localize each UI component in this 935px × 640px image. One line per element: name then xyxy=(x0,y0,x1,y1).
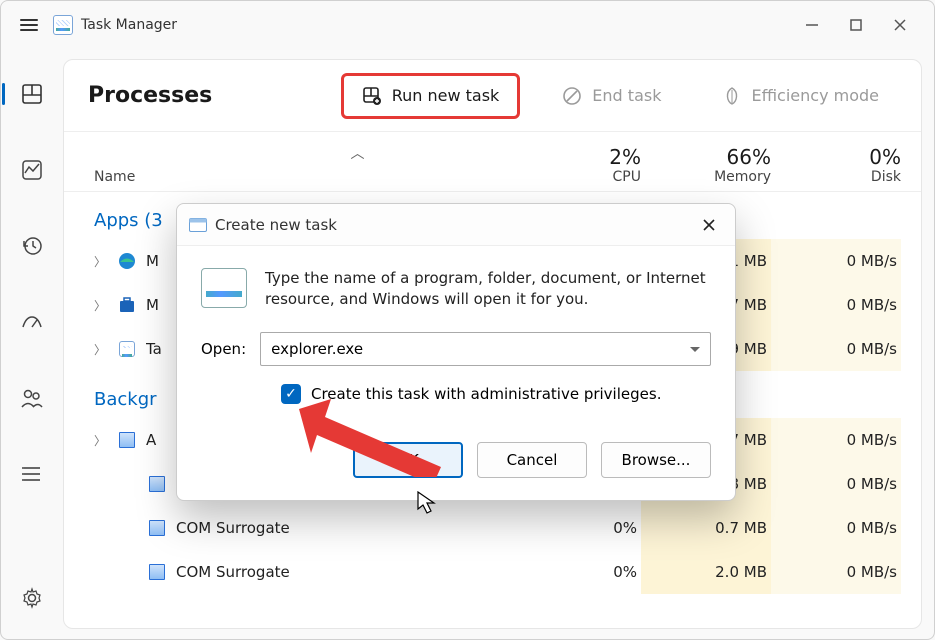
startup-icon xyxy=(20,311,44,333)
performance-icon xyxy=(21,159,43,181)
end-task-icon xyxy=(562,86,582,106)
dialog-description: Type the name of a program, folder, docu… xyxy=(265,268,711,310)
end-task-label: End task xyxy=(592,86,661,105)
sidebar-item-processes[interactable] xyxy=(11,73,53,115)
sidebar-item-performance[interactable] xyxy=(11,149,53,191)
run-new-task-button[interactable]: Run new task xyxy=(341,73,521,119)
open-label: Open: xyxy=(201,340,246,358)
edge-icon xyxy=(116,250,138,272)
task-manager-proc-icon xyxy=(116,338,138,360)
table-row[interactable]: 〉 COM Surrogate 0% 2.0 MB 0 MB/s xyxy=(64,550,921,594)
run-large-icon xyxy=(201,268,247,308)
table-header: ︿ Name 2% CPU 66% Memory 0% Disk xyxy=(64,132,921,192)
browse-button[interactable]: Browse... xyxy=(601,442,711,478)
dialog-title: Create new task xyxy=(215,216,337,234)
history-icon xyxy=(21,235,43,257)
toolbar: Processes Run new task End task Efficien… xyxy=(64,60,921,132)
sidebar-item-app-history[interactable] xyxy=(11,225,53,267)
users-icon xyxy=(20,387,44,409)
process-icon xyxy=(146,517,168,539)
sidebar-item-startup[interactable] xyxy=(11,301,53,343)
chevron-right-icon[interactable]: 〉 xyxy=(94,341,112,358)
chevron-right-icon[interactable]: 〉 xyxy=(94,297,112,314)
hamburger-menu-button[interactable] xyxy=(9,5,49,45)
column-name[interactable]: Name xyxy=(94,169,511,185)
admin-privileges-label: Create this task with administrative pri… xyxy=(311,385,661,403)
run-task-icon xyxy=(362,86,382,106)
run-new-task-label: Run new task xyxy=(392,86,500,105)
admin-privileges-checkbox[interactable]: ✓ xyxy=(281,384,301,404)
chevron-right-icon[interactable]: 〉 xyxy=(94,432,112,449)
efficiency-mode-button[interactable]: Efficiency mode xyxy=(703,76,897,116)
titlebar: Task Manager xyxy=(1,1,934,49)
maximize-button[interactable] xyxy=(848,17,864,33)
sidebar-item-details[interactable] xyxy=(11,453,53,495)
column-cpu[interactable]: 2% CPU xyxy=(511,145,641,185)
process-icon xyxy=(146,473,168,495)
dialog-close-button[interactable] xyxy=(695,211,723,239)
page-title: Processes xyxy=(88,83,212,108)
column-memory[interactable]: 66% Memory xyxy=(641,145,771,185)
chevron-right-icon[interactable]: 〉 xyxy=(94,253,112,270)
close-button[interactable] xyxy=(892,17,908,33)
store-icon xyxy=(116,294,138,316)
hamburger-icon xyxy=(20,19,38,31)
efficiency-mode-label: Efficiency mode xyxy=(751,86,879,105)
sidebar xyxy=(1,49,63,639)
sort-arrow-icon[interactable]: ︿ xyxy=(351,143,365,163)
run-dialog-icon xyxy=(189,218,207,232)
sidebar-item-users[interactable] xyxy=(11,377,53,419)
app-title: Task Manager xyxy=(81,17,177,33)
efficiency-icon xyxy=(721,86,741,106)
dialog-titlebar[interactable]: Create new task xyxy=(177,204,735,246)
details-icon xyxy=(21,463,43,485)
process-icon xyxy=(116,429,138,451)
minimize-button[interactable] xyxy=(804,17,820,33)
open-value: explorer.exe xyxy=(271,340,363,358)
ok-button[interactable]: OK xyxy=(353,442,463,478)
open-combobox[interactable]: explorer.exe xyxy=(260,332,711,366)
create-new-task-dialog: Create new task Type the name of a progr… xyxy=(176,203,736,501)
end-task-button[interactable]: End task xyxy=(544,76,679,116)
table-row[interactable]: 〉 COM Surrogate 0% 0.7 MB 0 MB/s xyxy=(64,506,921,550)
window-controls xyxy=(804,17,926,33)
task-manager-icon xyxy=(53,15,73,35)
process-icon xyxy=(146,561,168,583)
cancel-button[interactable]: Cancel xyxy=(477,442,587,478)
sidebar-item-settings[interactable] xyxy=(11,577,53,619)
column-disk[interactable]: 0% Disk xyxy=(771,145,901,185)
processes-icon xyxy=(21,83,43,105)
settings-icon xyxy=(21,587,43,609)
